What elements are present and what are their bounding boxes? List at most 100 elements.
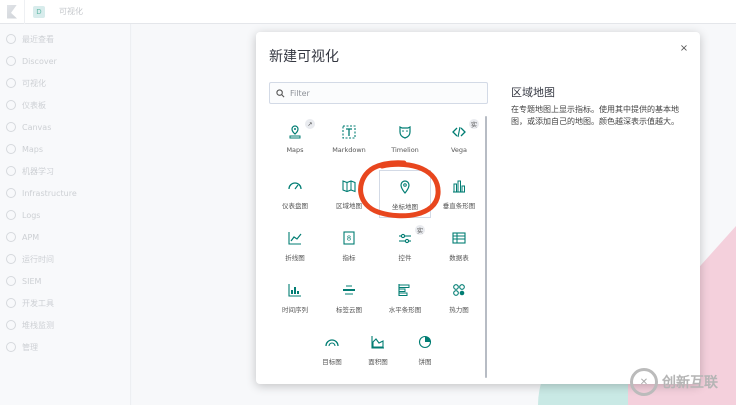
sidebar-item-recent[interactable]: 最近查看 <box>0 28 130 50</box>
vis-card-region-map[interactable]: 区域地图 <box>323 170 375 218</box>
vis-card-horizontal-bar[interactable]: 水平条形图 <box>379 274 431 322</box>
clock-icon <box>6 34 16 44</box>
vega-icon <box>452 126 466 138</box>
vis-card-data-table[interactable]: 数据表 <box>433 222 485 270</box>
sidebar-item-canvas[interactable]: Canvas <box>0 116 130 138</box>
sidebar-item-uptime[interactable]: 运行时间 <box>0 248 130 270</box>
vis-card-label: 控件 <box>398 254 412 262</box>
vis-card-label: 饼图 <box>418 358 432 366</box>
vis-card-gauge[interactable]: 仪表盘图 <box>269 170 321 218</box>
vis-card-label: 指标 <box>342 254 356 262</box>
close-button[interactable]: × <box>678 42 690 54</box>
sidebar-item-label: 管理 <box>22 342 38 352</box>
vis-card-label: 仪表盘图 <box>282 202 308 210</box>
sidebar-item-infrastructure[interactable]: Infrastructure <box>0 182 130 204</box>
experimental-badge: 实 <box>415 225 425 235</box>
visualize-icon <box>6 78 16 88</box>
watermark-text: 创新互联 <box>662 375 718 391</box>
search-icon <box>276 88 285 97</box>
sidebar-item-siem[interactable]: SIEM <box>0 270 130 292</box>
sidebar-item-devtools[interactable]: 开发工具 <box>0 292 130 314</box>
apm-icon <box>6 232 16 242</box>
sidebar-item-visualize[interactable]: 可视化 <box>0 72 130 94</box>
maps-icon <box>6 144 16 154</box>
experimental-badge: 实 <box>469 119 479 129</box>
vis-card-goal[interactable]: 目标图 <box>306 326 358 374</box>
vis-card-metric[interactable]: 8 指标 <box>323 222 375 270</box>
breadcrumb[interactable]: 可视化 <box>59 6 83 17</box>
markdown-icon <box>342 125 356 139</box>
scrollbar[interactable] <box>485 116 487 378</box>
sidebar-item-label: 机器学习 <box>22 166 54 176</box>
close-icon: × <box>679 42 689 54</box>
sidebar-item-logs[interactable]: Logs <box>0 204 130 226</box>
vis-card-tag-cloud[interactable]: 标签云图 <box>323 274 375 322</box>
area-chart-icon <box>371 336 384 349</box>
vis-card-timelion[interactable]: Timelion <box>379 116 431 164</box>
sidebar-item-label: SIEM <box>22 276 42 286</box>
logs-icon <box>6 210 16 220</box>
selected-type-description: 在专题地图上显示指标。使用其中提供的基本地图，或添加自己的地图。颜色越深表示值越… <box>511 105 679 126</box>
sidebar-item-label: APM <box>22 232 40 242</box>
vis-card-label: 数据表 <box>449 254 469 262</box>
sidebar-item-dashboard[interactable]: 仪表板 <box>0 94 130 116</box>
sidebar-item-maps[interactable]: Maps <box>0 138 130 160</box>
sidebar-item-ml[interactable]: 机器学习 <box>0 160 130 182</box>
compass-icon <box>6 56 16 66</box>
watermark-logo-icon: ✕ <box>630 368 658 396</box>
vis-card-label: Timelion <box>391 146 419 154</box>
sidebar-item-label: Logs <box>22 210 41 220</box>
heatmap-icon <box>453 284 465 296</box>
infrastructure-icon <box>6 188 16 198</box>
sidebar-item-discover[interactable]: Discover <box>0 50 130 72</box>
filter-search[interactable] <box>269 82 488 104</box>
vis-card-timeseries[interactable]: 时间序列 <box>269 274 321 322</box>
canvas-icon <box>6 122 16 132</box>
vis-card-label: 水平条形图 <box>388 306 422 314</box>
vis-card-label: 目标图 <box>322 358 342 366</box>
sidebar-item-management[interactable]: 管理 <box>0 336 130 358</box>
sidebar-item-monitoring[interactable]: 堆栈监测 <box>0 314 130 336</box>
vis-card-label: 时间序列 <box>282 306 308 314</box>
vis-card-label: 面积图 <box>368 358 388 366</box>
vis-card-label: Markdown <box>332 146 366 154</box>
data-table-icon <box>452 232 466 244</box>
vis-card-maps[interactable]: Maps ↗ <box>269 116 321 164</box>
svg-text:8: 8 <box>347 235 351 243</box>
vis-card-area[interactable]: 面积图 <box>352 326 404 374</box>
vis-card-vertical-bar[interactable]: 垂直条形图 <box>433 170 485 218</box>
vis-card-coordinate-map[interactable]: 坐标地图 <box>379 170 431 218</box>
vis-card-label: Maps <box>286 146 304 154</box>
ml-icon <box>6 166 16 176</box>
visualization-type-grid: Maps ↗ Markdown Timelion Vega 实 仪表盘图 区域地… <box>269 116 488 378</box>
sidebar-item-label: 可视化 <box>22 78 46 88</box>
goal-icon <box>325 339 339 347</box>
vis-card-heatmap[interactable]: 热力图 <box>433 274 485 322</box>
sidebar-item-apm[interactable]: APM <box>0 226 130 248</box>
pie-chart-icon <box>418 335 432 349</box>
vis-card-label: 标签云图 <box>336 306 362 314</box>
space-avatar[interactable]: D <box>33 5 45 18</box>
top-bar: D 可视化 <box>0 0 736 24</box>
tag-cloud-icon <box>343 285 355 295</box>
sidebar-item-label: 最近查看 <box>22 34 54 44</box>
vis-card-markdown[interactable]: Markdown <box>323 116 375 164</box>
horizontal-bar-icon <box>398 284 410 296</box>
gear-icon <box>6 342 16 352</box>
sidebar-item-label: 运行时间 <box>22 254 54 264</box>
vertical-bar-icon <box>453 180 465 193</box>
siem-icon <box>6 276 16 286</box>
vis-card-controls[interactable]: 控件 实 <box>379 222 431 270</box>
vis-card-vega[interactable]: Vega 实 <box>433 116 485 164</box>
search-input[interactable] <box>290 88 480 98</box>
kibana-logo[interactable] <box>0 0 24 24</box>
line-chart-icon <box>288 232 302 245</box>
devtools-icon <box>6 298 16 308</box>
vis-card-label: 坐标地图 <box>392 203 418 211</box>
monitoring-icon <box>6 320 16 330</box>
vis-card-pie[interactable]: 饼图 <box>399 326 451 374</box>
region-map-icon <box>342 180 356 193</box>
watermark: ✕ 创新互联 <box>630 368 718 396</box>
sidebar-item-label: Infrastructure <box>22 188 77 198</box>
vis-card-line[interactable]: 折线图 <box>269 222 321 270</box>
